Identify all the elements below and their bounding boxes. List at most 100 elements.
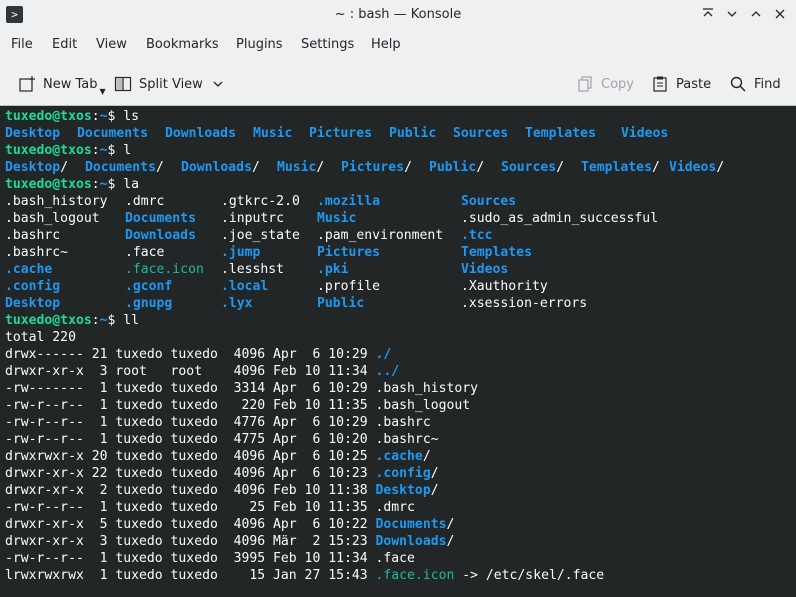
prompt-separator: : (91, 313, 100, 328)
menu-bookmarks[interactable]: Bookmarks (146, 37, 219, 52)
ll-row: -rw-r--r-- 1 tuxedo tuxedo 25 Feb 10 11:… (5, 499, 415, 516)
menu-view[interactable]: View (96, 37, 127, 52)
new-tab-icon (19, 76, 35, 92)
menu-settings[interactable]: Settings (301, 37, 354, 52)
ls-directory-entry: Downloads (165, 126, 236, 141)
l-directory-entry: Documents/ (85, 159, 164, 176)
ll-row-name: ./ (375, 347, 392, 362)
prompt-path: ~ (99, 313, 108, 328)
ll-row-name: Documents (375, 517, 447, 532)
ll-row: drwxrwxr-x 20 tuxedo tuxedo 4096 Apr 6 1… (5, 448, 431, 465)
la-file-entry: Public (317, 296, 365, 311)
ll-row-meta: lrwxrwxrwx 1 tuxedo tuxedo 15 Jan 27 15:… (5, 568, 376, 583)
prompt-path: ~ (99, 109, 108, 124)
terminal-view[interactable]: tuxedo@txos:~$ ls Desktop Documents Downloa… (0, 105, 796, 597)
ll-row-meta: drwxrwxr-x 20 tuxedo tuxedo 4096 Apr 6 1… (5, 449, 376, 464)
prompt-symbol: $ (107, 177, 124, 192)
minimize-icon[interactable] (722, 5, 742, 25)
ll-row-meta: -rw-r--r-- 1 tuxedo tuxedo 25 Feb 10 11:… (5, 500, 376, 515)
prompt-symbol: $ (107, 313, 124, 328)
ll-row-meta: drwxr-xr-x 22 tuxedo tuxedo 4096 Apr 6 1… (5, 466, 376, 481)
directory-suffix: / (155, 160, 164, 175)
ll-row-name: Downloads (375, 534, 447, 549)
ls-directory-entry: Documents (77, 126, 148, 141)
new-tab-label: New Tab (43, 76, 98, 92)
l-directory-entry: Public/ (429, 159, 484, 176)
close-icon[interactable] (770, 5, 790, 25)
command-text: ll (123, 313, 140, 328)
la-file-entry: Videos (461, 262, 509, 277)
prompt-separator: : (91, 177, 100, 192)
paste-button[interactable]: Paste (651, 70, 711, 98)
split-view-button[interactable]: Split View (114, 70, 223, 98)
directory-name: Pictures (341, 160, 405, 175)
ll-row-name: .bash_logout (375, 398, 471, 413)
la-file-entry: .tcc (461, 228, 493, 243)
prompt-symbol: $ (107, 143, 124, 158)
paste-icon (653, 76, 667, 92)
ll-row: -rw-r--r-- 1 tuxedo tuxedo 3995 Feb 10 1… (5, 550, 415, 567)
split-view-icon (114, 76, 132, 92)
menu-plugins[interactable]: Plugins (236, 37, 283, 52)
la-file-entry: .joe_state (221, 228, 300, 243)
keep-above-icon[interactable] (698, 5, 718, 25)
ll-row-meta: -rw-r--r-- 1 tuxedo tuxedo 220 Feb 10 11… (5, 398, 376, 413)
command-text: l (123, 143, 132, 158)
paste-label: Paste (676, 76, 712, 92)
ll-row-name: .bashrc~ (375, 432, 439, 447)
ll-row-name: .bash_history (375, 381, 478, 396)
prompt-line: tuxedo@txos:~$ ls (5, 108, 139, 125)
maximize-icon[interactable] (746, 5, 766, 25)
new-tab-dropdown-icon[interactable]: ▼ (100, 87, 106, 96)
find-button[interactable]: Find (729, 70, 781, 98)
menu-help[interactable]: Help (371, 37, 401, 52)
ls-directory-entry: Desktop (5, 126, 61, 141)
ls-directory-entry: Pictures (309, 126, 373, 141)
la-file-entry: .gtkrc-2.0 (221, 194, 300, 209)
ll-row: -rw------- 1 tuxedo tuxedo 3314 Apr 6 10… (5, 380, 478, 397)
l-directory-entry: Templates/ (581, 159, 660, 176)
ls-directory-entry: Templates (525, 126, 596, 141)
ll-row-meta: -rw-r--r-- 1 tuxedo tuxedo 3995 Feb 10 1… (5, 551, 376, 566)
ll-row-meta: drwxr-xr-x 2 tuxedo tuxedo 4096 Feb 10 1… (5, 483, 376, 498)
la-file-entry: .pam_environment (317, 228, 444, 243)
l-directory-entry: Videos/ (669, 159, 724, 176)
copy-button[interactable]: Copy (576, 70, 634, 98)
la-file-entry: .lesshst (221, 262, 285, 277)
la-file-entry: .local (221, 279, 269, 294)
title-bar[interactable]: > ~ : bash — Konsole (0, 0, 796, 30)
new-tab-button[interactable]: New Tab ▼ (18, 70, 106, 98)
la-file-entry: .profile (317, 279, 381, 294)
ll-row-name: .cache (375, 449, 423, 464)
menu-edit[interactable]: Edit (52, 37, 77, 52)
directory-name: Documents (85, 160, 156, 175)
ll-row-suffix: -> /etc/skel/.face (454, 568, 605, 583)
window-title: ~ : bash — Konsole (334, 7, 462, 22)
l-directory-entry: Downloads/ (181, 159, 260, 176)
la-file-entry: Desktop (5, 296, 61, 311)
directory-suffix: / (251, 160, 260, 175)
menu-bar: File Edit View Bookmarks Plugins Setting… (0, 34, 796, 58)
la-file-entry: Sources (461, 194, 517, 209)
ls-directory-entry: Sources (453, 126, 509, 141)
la-file-entry: .gnupg (125, 296, 173, 311)
menu-file[interactable]: File (11, 37, 33, 52)
prompt-user-host: tuxedo@txos (5, 109, 92, 124)
prompt-path: ~ (99, 177, 108, 192)
la-file-entry: .config (5, 279, 61, 294)
la-file-entry: Pictures (317, 245, 381, 260)
prompt-line: tuxedo@txos:~$ la (5, 176, 139, 193)
l-directory-entry: Sources/ (501, 159, 564, 176)
directory-name: Videos (669, 160, 717, 175)
chevron-down-icon[interactable] (213, 79, 223, 89)
directory-name: Desktop (5, 160, 61, 175)
ll-row-name: .face (375, 551, 415, 566)
la-file-entry: .bashrc (5, 228, 61, 243)
command-text: la (123, 177, 140, 192)
directory-suffix: / (556, 160, 565, 175)
ll-row-name: .face.icon (375, 568, 455, 583)
prompt-user-host: tuxedo@txos (5, 143, 92, 158)
ll-row: drwxr-xr-x 2 tuxedo tuxedo 4096 Feb 10 1… (5, 482, 439, 499)
la-file-entry: .dmrc (125, 194, 165, 209)
directory-suffix: / (651, 160, 660, 175)
